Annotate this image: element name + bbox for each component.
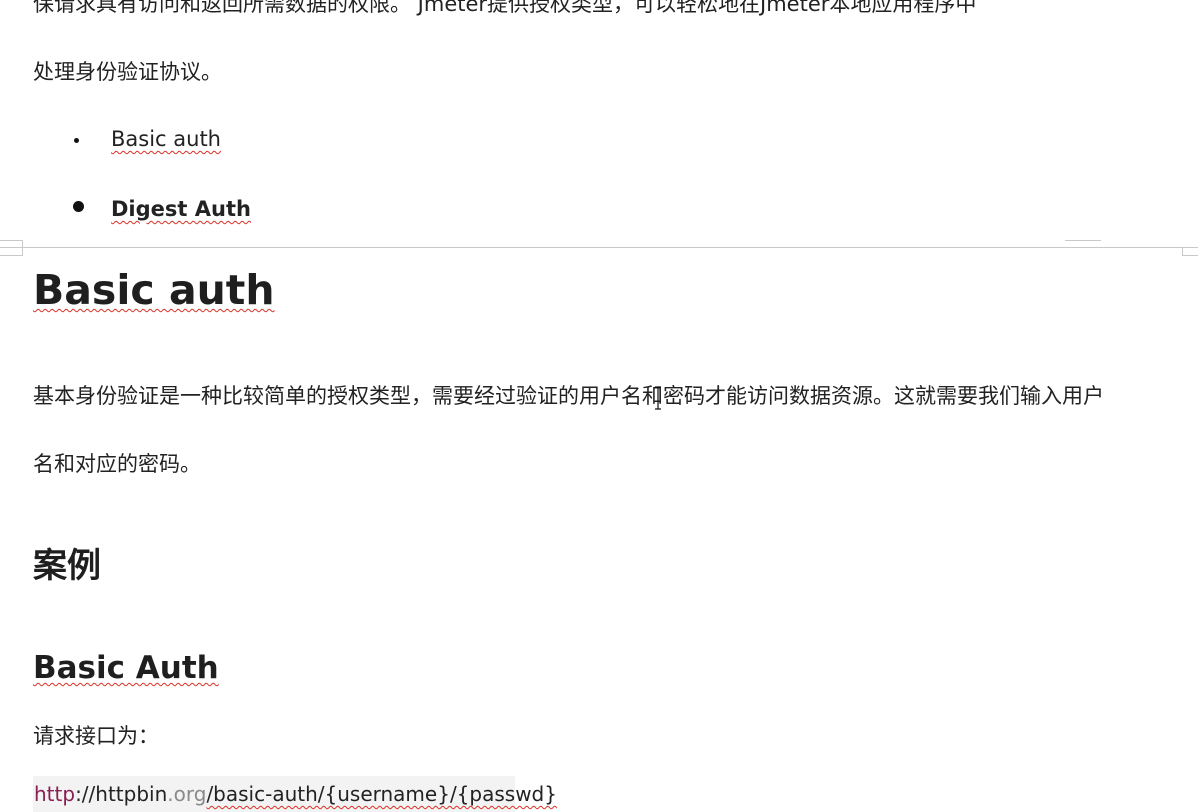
- example-heading: 案例: [33, 546, 101, 586]
- bullet-icon: [74, 138, 79, 143]
- crop-mark: [1182, 255, 1198, 256]
- basic-auth-paragraph-line-1: 基本身份验证是一种比较简单的授权类型，需要经过验证的用户名和密码才能访问数据资源…: [33, 384, 1104, 408]
- url-tld: .org: [167, 782, 207, 806]
- crop-mark: [0, 255, 22, 256]
- intro-line-1: 保请求具有访问和返回所需数据的权限。 Jmeter提供授权类型，可以轻松地在Jm…: [33, 0, 977, 16]
- request-url-code: http://httpbin.org/basic-auth/{username}…: [33, 776, 557, 812]
- crop-mark: [1065, 240, 1101, 241]
- basic-auth-paragraph-line-2: 名和对应的密码。: [33, 452, 201, 476]
- example-subheading: Basic Auth: [33, 649, 219, 687]
- subheading-text: Basic Auth: [33, 650, 219, 686]
- crop-mark: [1182, 247, 1183, 256]
- list-item-basic-auth: Basic auth: [111, 127, 221, 151]
- url-host: ://httpbin: [75, 782, 168, 806]
- crop-mark: [0, 240, 22, 241]
- bullet-icon: [73, 201, 84, 212]
- section-heading-basic-auth: Basic auth: [33, 266, 275, 314]
- list-item-digest-auth: Digest Auth: [111, 197, 251, 221]
- request-label: 请求接口为：: [33, 724, 159, 748]
- url-scheme: http: [34, 782, 76, 806]
- heading-text: Basic auth: [33, 266, 275, 314]
- page-break-line: [0, 247, 1198, 248]
- url-path: /basic-auth/{username}/{passwd}: [206, 782, 557, 806]
- intro-line-2: 处理身份验证协议。: [33, 60, 222, 84]
- crop-mark: [22, 240, 23, 256]
- text-cursor-icon: [655, 386, 661, 410]
